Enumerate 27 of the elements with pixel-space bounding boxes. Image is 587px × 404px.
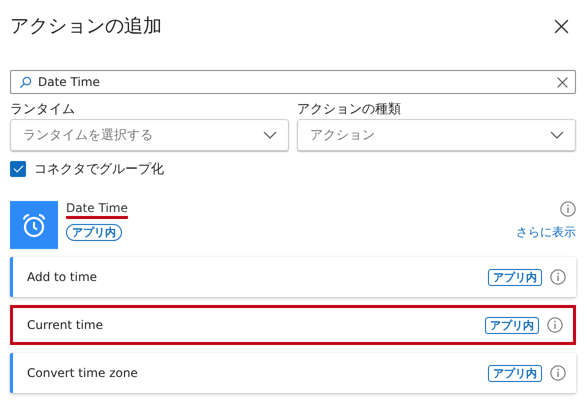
action-item[interactable]: Current time アプリ内: [10, 305, 576, 345]
action-name: Add to time: [27, 270, 98, 284]
field-label: アクションの種類: [297, 101, 402, 119]
action-item[interactable]: Add to time アプリ内: [10, 257, 576, 297]
info-icon[interactable]: [550, 365, 566, 381]
badge: アプリ内: [488, 268, 542, 286]
badge: アプリ内: [485, 316, 539, 334]
dropdown[interactable]: ランタイムを選択する: [10, 119, 289, 151]
action-name: Convert time zone: [27, 366, 139, 380]
dropdown[interactable]: アクション: [297, 119, 576, 151]
show-more-link[interactable]: さらに表示: [516, 224, 576, 241]
badge: アプリ内: [66, 224, 122, 241]
info-icon[interactable]: [550, 269, 566, 285]
badge: アプリ内: [488, 364, 542, 382]
alarm-clock-icon: [10, 201, 58, 249]
checkbox[interactable]: [10, 161, 26, 177]
field-label: ランタイム: [10, 101, 76, 119]
connector-name: Date Time: [66, 201, 128, 219]
checkbox-label: コネクタでグループ化: [34, 161, 164, 178]
clear-icon[interactable]: [556, 76, 569, 88]
info-icon[interactable]: [560, 201, 576, 217]
info-icon[interactable]: [547, 317, 563, 333]
search-icon: [19, 76, 32, 88]
action-name: Current time: [27, 318, 104, 332]
search-field[interactable]: Date Time: [10, 70, 576, 94]
action-item[interactable]: Convert time zone アプリ内: [10, 353, 576, 393]
panel-title: アクションの追加: [10, 14, 162, 39]
